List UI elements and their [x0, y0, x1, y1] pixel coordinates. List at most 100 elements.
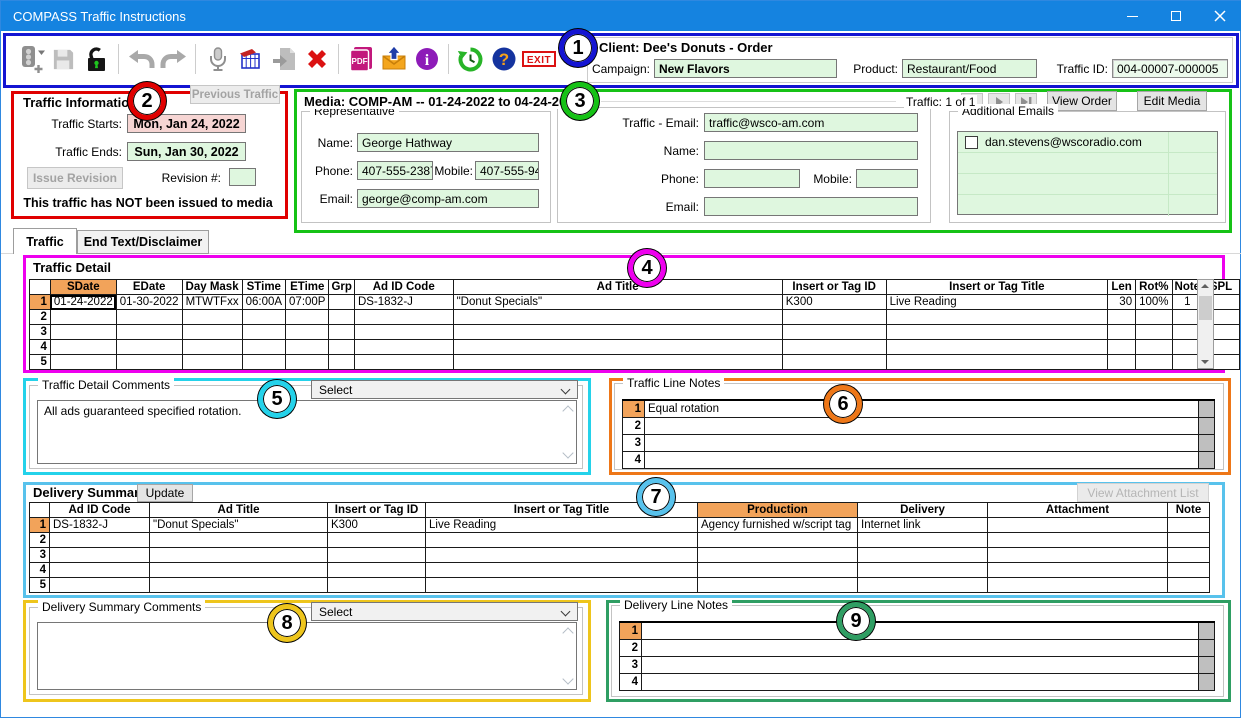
- note-cell[interactable]: [642, 622, 1199, 639]
- traffic-detail-scrollbar[interactable]: [1197, 279, 1214, 369]
- scroll-strip[interactable]: [1199, 400, 1215, 417]
- row-number[interactable]: 4: [620, 673, 642, 690]
- previous-traffic-button[interactable]: Previous Traffic: [190, 85, 280, 104]
- cell[interactable]: [1168, 578, 1210, 593]
- cell[interactable]: [182, 310, 242, 325]
- row-number[interactable]: 5: [30, 355, 51, 370]
- cell[interactable]: [50, 533, 150, 548]
- cell[interactable]: [698, 533, 858, 548]
- cell[interactable]: [286, 340, 329, 355]
- cell[interactable]: [150, 533, 328, 548]
- cell[interactable]: [182, 340, 242, 355]
- scroll-up-icon[interactable]: [562, 627, 573, 638]
- issue-revision-button[interactable]: Issue Revision: [27, 167, 123, 189]
- cell[interactable]: [328, 533, 426, 548]
- cell[interactable]: [782, 325, 886, 340]
- cell[interactable]: [988, 548, 1168, 563]
- cell[interactable]: [782, 355, 886, 370]
- lock-button[interactable]: [80, 40, 113, 78]
- cell[interactable]: [329, 325, 354, 340]
- pdf-button[interactable]: PDF: [344, 40, 377, 78]
- email-list-row[interactable]: [958, 153, 1217, 174]
- cell-adid[interactable]: DS-1832-J: [50, 518, 150, 533]
- row-number[interactable]: 2: [620, 639, 642, 656]
- cell[interactable]: [50, 340, 116, 355]
- note-cell[interactable]: [645, 417, 1199, 434]
- cell[interactable]: [329, 310, 354, 325]
- calendar-button[interactable]: [234, 40, 267, 78]
- cell[interactable]: [453, 340, 782, 355]
- row-number[interactable]: 3: [30, 325, 51, 340]
- cell[interactable]: [116, 325, 182, 340]
- cell[interactable]: [354, 340, 453, 355]
- cell[interactable]: [116, 310, 182, 325]
- cell[interactable]: [286, 355, 329, 370]
- cell-production[interactable]: Agency furnished w/script tag: [698, 518, 858, 533]
- cell[interactable]: [886, 325, 1108, 340]
- cell[interactable]: [328, 578, 426, 593]
- campaign-input[interactable]: New Flavors: [654, 59, 837, 78]
- cell[interactable]: [886, 310, 1108, 325]
- copy-forward-button[interactable]: [267, 40, 300, 78]
- row-number[interactable]: 4: [30, 340, 51, 355]
- cell[interactable]: [698, 578, 858, 593]
- delivery-comments-textarea[interactable]: [37, 622, 577, 690]
- row-number[interactable]: 1: [30, 295, 51, 310]
- cell-attachment[interactable]: [988, 518, 1168, 533]
- contact-email-input[interactable]: [704, 197, 918, 216]
- cell-adid[interactable]: DS-1832-J: [354, 295, 453, 310]
- scroll-down-icon[interactable]: [1201, 360, 1209, 364]
- cell[interactable]: [1136, 340, 1172, 355]
- cell[interactable]: [453, 310, 782, 325]
- add-traffic-button[interactable]: [14, 40, 47, 78]
- row-number[interactable]: 3: [620, 656, 642, 673]
- cell[interactable]: [242, 325, 285, 340]
- cell[interactable]: [426, 563, 698, 578]
- tab-end-text-disclaimer[interactable]: End Text/Disclaimer: [77, 230, 209, 254]
- cell[interactable]: [453, 325, 782, 340]
- additional-emails-list[interactable]: dan.stevens@wscoradio.com: [957, 131, 1218, 215]
- scroll-up-icon[interactable]: [1201, 284, 1209, 288]
- cell[interactable]: [242, 355, 285, 370]
- contact-mobile-input[interactable]: [856, 169, 918, 188]
- traffic-email-input[interactable]: traffic@wsco-am.com: [704, 113, 918, 132]
- cell-note[interactable]: [1168, 518, 1210, 533]
- cell[interactable]: [50, 548, 150, 563]
- delete-button[interactable]: [300, 40, 333, 78]
- tab-traffic[interactable]: Traffic: [13, 228, 77, 254]
- contact-name-input[interactable]: [704, 141, 918, 160]
- email-list-row[interactable]: [958, 174, 1217, 195]
- cell[interactable]: [1108, 340, 1136, 355]
- rep-email-input[interactable]: george@comp-am.com: [357, 189, 539, 208]
- cell[interactable]: [150, 548, 328, 563]
- row-number[interactable]: 5: [30, 578, 50, 593]
- cell-sdate[interactable]: 01-24-2022: [50, 295, 116, 310]
- cell[interactable]: [150, 578, 328, 593]
- revision-number-input[interactable]: [229, 168, 256, 186]
- email-send-button[interactable]: [377, 40, 410, 78]
- undo-button[interactable]: [124, 40, 157, 78]
- cell-rot[interactable]: 100%: [1136, 295, 1172, 310]
- cell[interactable]: [328, 563, 426, 578]
- cell[interactable]: [50, 310, 116, 325]
- note-cell[interactable]: [642, 656, 1199, 673]
- email-list-row[interactable]: dan.stevens@wscoradio.com: [958, 132, 1217, 153]
- scroll-strip[interactable]: [1199, 639, 1215, 656]
- cell-etime[interactable]: 07:00P: [286, 295, 329, 310]
- rep-phone-input[interactable]: 407-555-2387: [357, 161, 433, 180]
- note-cell[interactable]: [645, 434, 1199, 451]
- minimize-button[interactable]: [1110, 1, 1154, 31]
- cell[interactable]: [988, 563, 1168, 578]
- rep-name-input[interactable]: George Hathway: [357, 133, 539, 152]
- scroll-strip[interactable]: [1199, 451, 1215, 468]
- row-number[interactable]: 3: [30, 548, 50, 563]
- note-cell[interactable]: [642, 639, 1199, 656]
- record-audio-button[interactable]: [201, 40, 234, 78]
- info-button[interactable]: i: [410, 40, 443, 78]
- cell-insert-title[interactable]: Live Reading: [886, 295, 1108, 310]
- cell[interactable]: [150, 563, 328, 578]
- cell-adtitle[interactable]: "Donut Specials": [453, 295, 782, 310]
- note-cell[interactable]: [645, 451, 1199, 468]
- scroll-strip[interactable]: [1199, 622, 1215, 639]
- cell[interactable]: [329, 340, 354, 355]
